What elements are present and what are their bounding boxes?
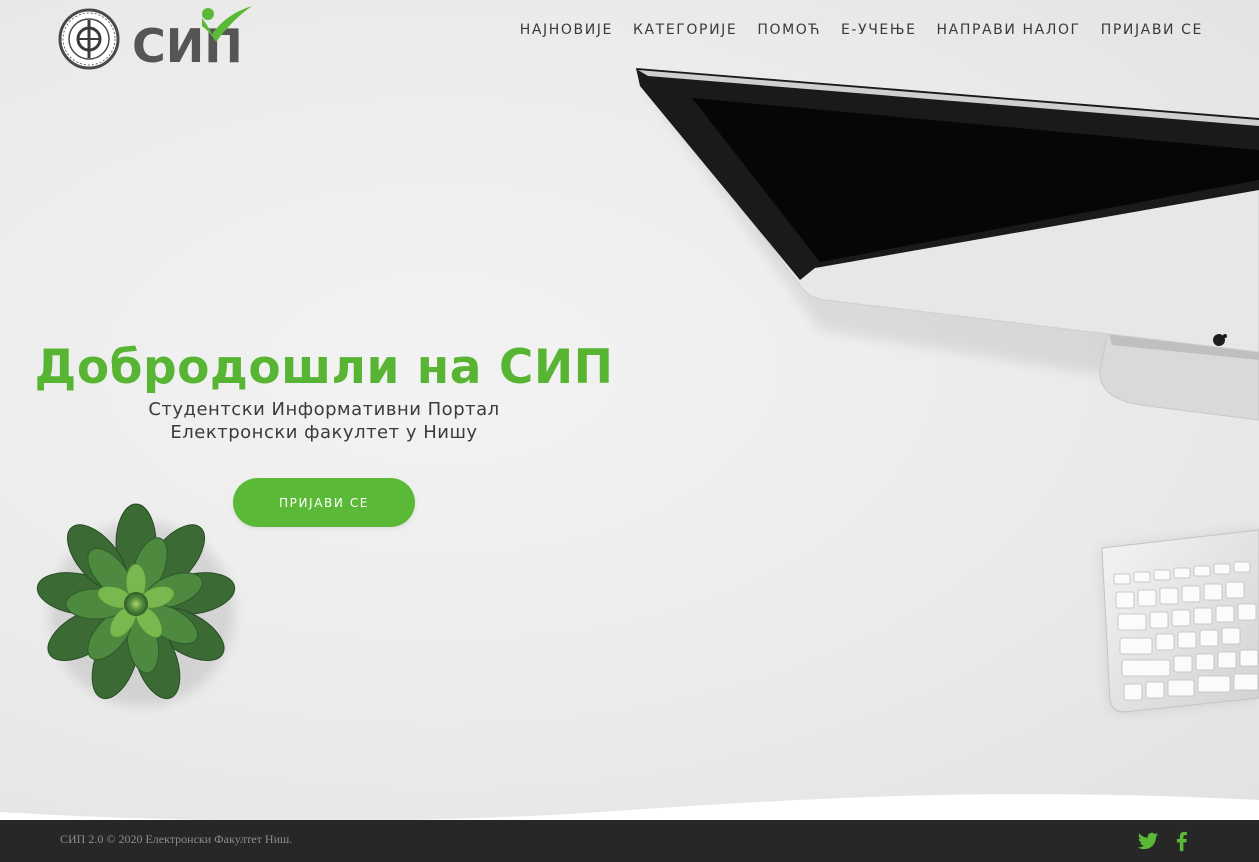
nav-item-kategorije[interactable]: КАТЕГОРИЈЕ bbox=[623, 22, 747, 38]
plant-illustration bbox=[36, 503, 236, 706]
hero-subtitle-line2: Електронски факултет у Нишу bbox=[170, 422, 478, 443]
copyright-text: СИП 2.0 © 2020 Електронски Факултет Ниш. bbox=[60, 832, 293, 846]
hero-section: СИП НАЈНОВИЈЕ КАТЕГОРИЈЕ ПОМОЋ Е-УЧЕЊЕ Н… bbox=[0, 0, 1259, 820]
twitter-icon[interactable] bbox=[1137, 830, 1159, 852]
nav-item-register[interactable]: НАПРАВИ НАЛОГ bbox=[927, 22, 1091, 38]
sip-wordmark-logo: СИП bbox=[132, 6, 252, 72]
site-logo[interactable]: СИП bbox=[58, 4, 258, 72]
nav-item-najnovije[interactable]: НАЈНОВИЈЕ bbox=[510, 22, 623, 38]
nav-item-pomoc[interactable]: ПОМОЋ bbox=[747, 22, 831, 38]
social-links bbox=[1137, 830, 1193, 852]
university-emblem-icon bbox=[58, 8, 120, 70]
main-nav: НАЈНОВИЈЕ КАТЕГОРИЈЕ ПОМОЋ Е-УЧЕЊЕ НАПРА… bbox=[510, 22, 1213, 38]
monitor-illustration bbox=[634, 68, 1259, 421]
nav-item-login[interactable]: ПРИЈАВИ СЕ bbox=[1091, 22, 1213, 38]
hero-subtitle-line1: Студентски Информативни Портал bbox=[148, 399, 500, 420]
keyboard-illustration bbox=[1100, 528, 1259, 714]
hero-subtitle: Студентски Информативни Портал Електронс… bbox=[24, 398, 624, 444]
facebook-icon[interactable] bbox=[1171, 830, 1193, 852]
login-cta-button[interactable]: ПРИЈАВИ СЕ bbox=[233, 478, 415, 527]
nav-item-e-ucenje[interactable]: Е-УЧЕЊЕ bbox=[831, 22, 927, 38]
hero-copy: Добродошли на СИП Студентски Информативн… bbox=[24, 338, 624, 444]
site-footer: СИП 2.0 © 2020 Електронски Факултет Ниш. bbox=[0, 820, 1259, 862]
bottom-wave bbox=[0, 794, 1259, 820]
hero-title: Добродошли на СИП bbox=[34, 340, 614, 395]
